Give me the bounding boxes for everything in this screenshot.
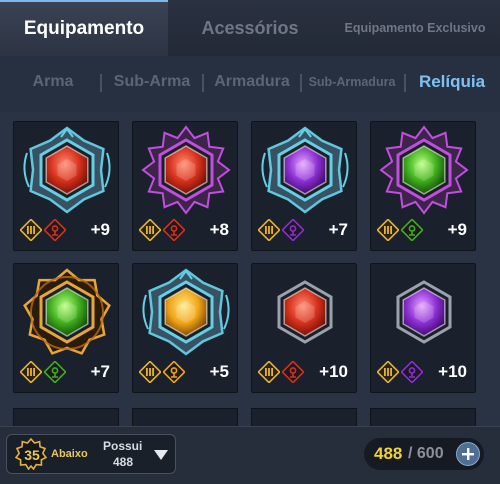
subtab-arma[interactable]: Arma: [18, 56, 88, 108]
item-slot-partial[interactable]: [251, 408, 357, 428]
inventory-current: 488: [374, 444, 403, 463]
inventory-max: / 600: [408, 445, 444, 462]
item-level: +7: [328, 220, 348, 239]
item-slot[interactable]: +7: [13, 263, 119, 393]
tier-badge-icon: [138, 360, 162, 384]
stat-badge-icon: [400, 360, 424, 384]
stat-badge-icon: [400, 218, 424, 242]
tab-acessorios[interactable]: Acessórios: [170, 0, 330, 56]
level-number: 35: [24, 447, 40, 463]
subtab-reliquia[interactable]: Relíquia: [410, 56, 494, 108]
item-level: +10: [438, 362, 467, 381]
item-level: +5: [209, 362, 229, 381]
stat-badge-icon: [43, 218, 67, 242]
plus-icon[interactable]: [456, 442, 480, 466]
subtab-divider: [404, 74, 406, 92]
tier-badge-icon: [376, 218, 400, 242]
subtab-armadura[interactable]: Armadura: [206, 56, 298, 108]
relic-gem-icon: [374, 267, 474, 357]
item-level: +9: [447, 220, 467, 239]
sub-tabs: Arma Sub-Arma Armadura Sub-Armadura Relí…: [0, 56, 500, 112]
tier-badge-icon: [376, 360, 400, 384]
item-slot[interactable]: +9: [370, 121, 476, 251]
relic-gem-icon: [17, 267, 117, 357]
tab-equipamento[interactable]: Equipamento: [0, 0, 168, 56]
subtab-divider: [100, 74, 102, 92]
item-level: +8: [209, 220, 229, 239]
stat-badge-icon: [162, 218, 186, 242]
chevron-down-icon: [154, 450, 168, 460]
tier-badge-icon: [257, 360, 281, 384]
tab-equipamento-exclusivo[interactable]: Equipamento Exclusivo: [330, 0, 500, 56]
possess-label: Possui: [103, 439, 143, 453]
item-level: +9: [90, 220, 110, 239]
level-filter-dropdown[interactable]: 35 Abaixo Possui 488: [6, 434, 176, 474]
tier-badge-icon: [19, 360, 43, 384]
stat-badge-icon: [281, 360, 305, 384]
tier-badge-icon: [19, 218, 43, 242]
tier-badge-icon: [257, 218, 281, 242]
relic-gem-icon: [136, 267, 236, 357]
possess-count: 488: [113, 455, 134, 469]
main-tabs: Equipamento Acessórios Equipamento Exclu…: [0, 0, 500, 56]
stat-badge-icon: [281, 218, 305, 242]
item-slot-partial[interactable]: [132, 408, 238, 428]
item-level: +7: [90, 362, 110, 381]
tier-badge-icon: [138, 218, 162, 242]
item-slot[interactable]: +9: [13, 121, 119, 251]
stat-badge-icon: [43, 360, 67, 384]
item-slot-partial[interactable]: [370, 408, 476, 428]
item-slot[interactable]: +10: [370, 263, 476, 393]
stat-badge-icon: [162, 360, 186, 384]
subtab-divider: [202, 74, 204, 92]
subtab-sub-armadura[interactable]: Sub-Armadura: [302, 56, 402, 108]
relic-gem-icon: [255, 267, 355, 357]
relic-gem-icon: [17, 125, 117, 215]
relic-gem-icon: [255, 125, 355, 215]
item-slot[interactable]: +5: [132, 263, 238, 393]
relic-gem-icon: [136, 125, 236, 215]
item-level: +10: [319, 362, 348, 381]
item-slot[interactable]: +8: [132, 121, 238, 251]
item-slot[interactable]: +7: [251, 121, 357, 251]
inventory-count: 488 / 600: [364, 438, 484, 470]
level-filter-label: Abaixo: [51, 448, 88, 460]
relic-gem-icon: [374, 125, 474, 215]
item-slot[interactable]: +10: [251, 263, 357, 393]
subtab-sub-arma[interactable]: Sub-Arma: [104, 56, 200, 108]
item-slot-partial[interactable]: [13, 408, 119, 428]
